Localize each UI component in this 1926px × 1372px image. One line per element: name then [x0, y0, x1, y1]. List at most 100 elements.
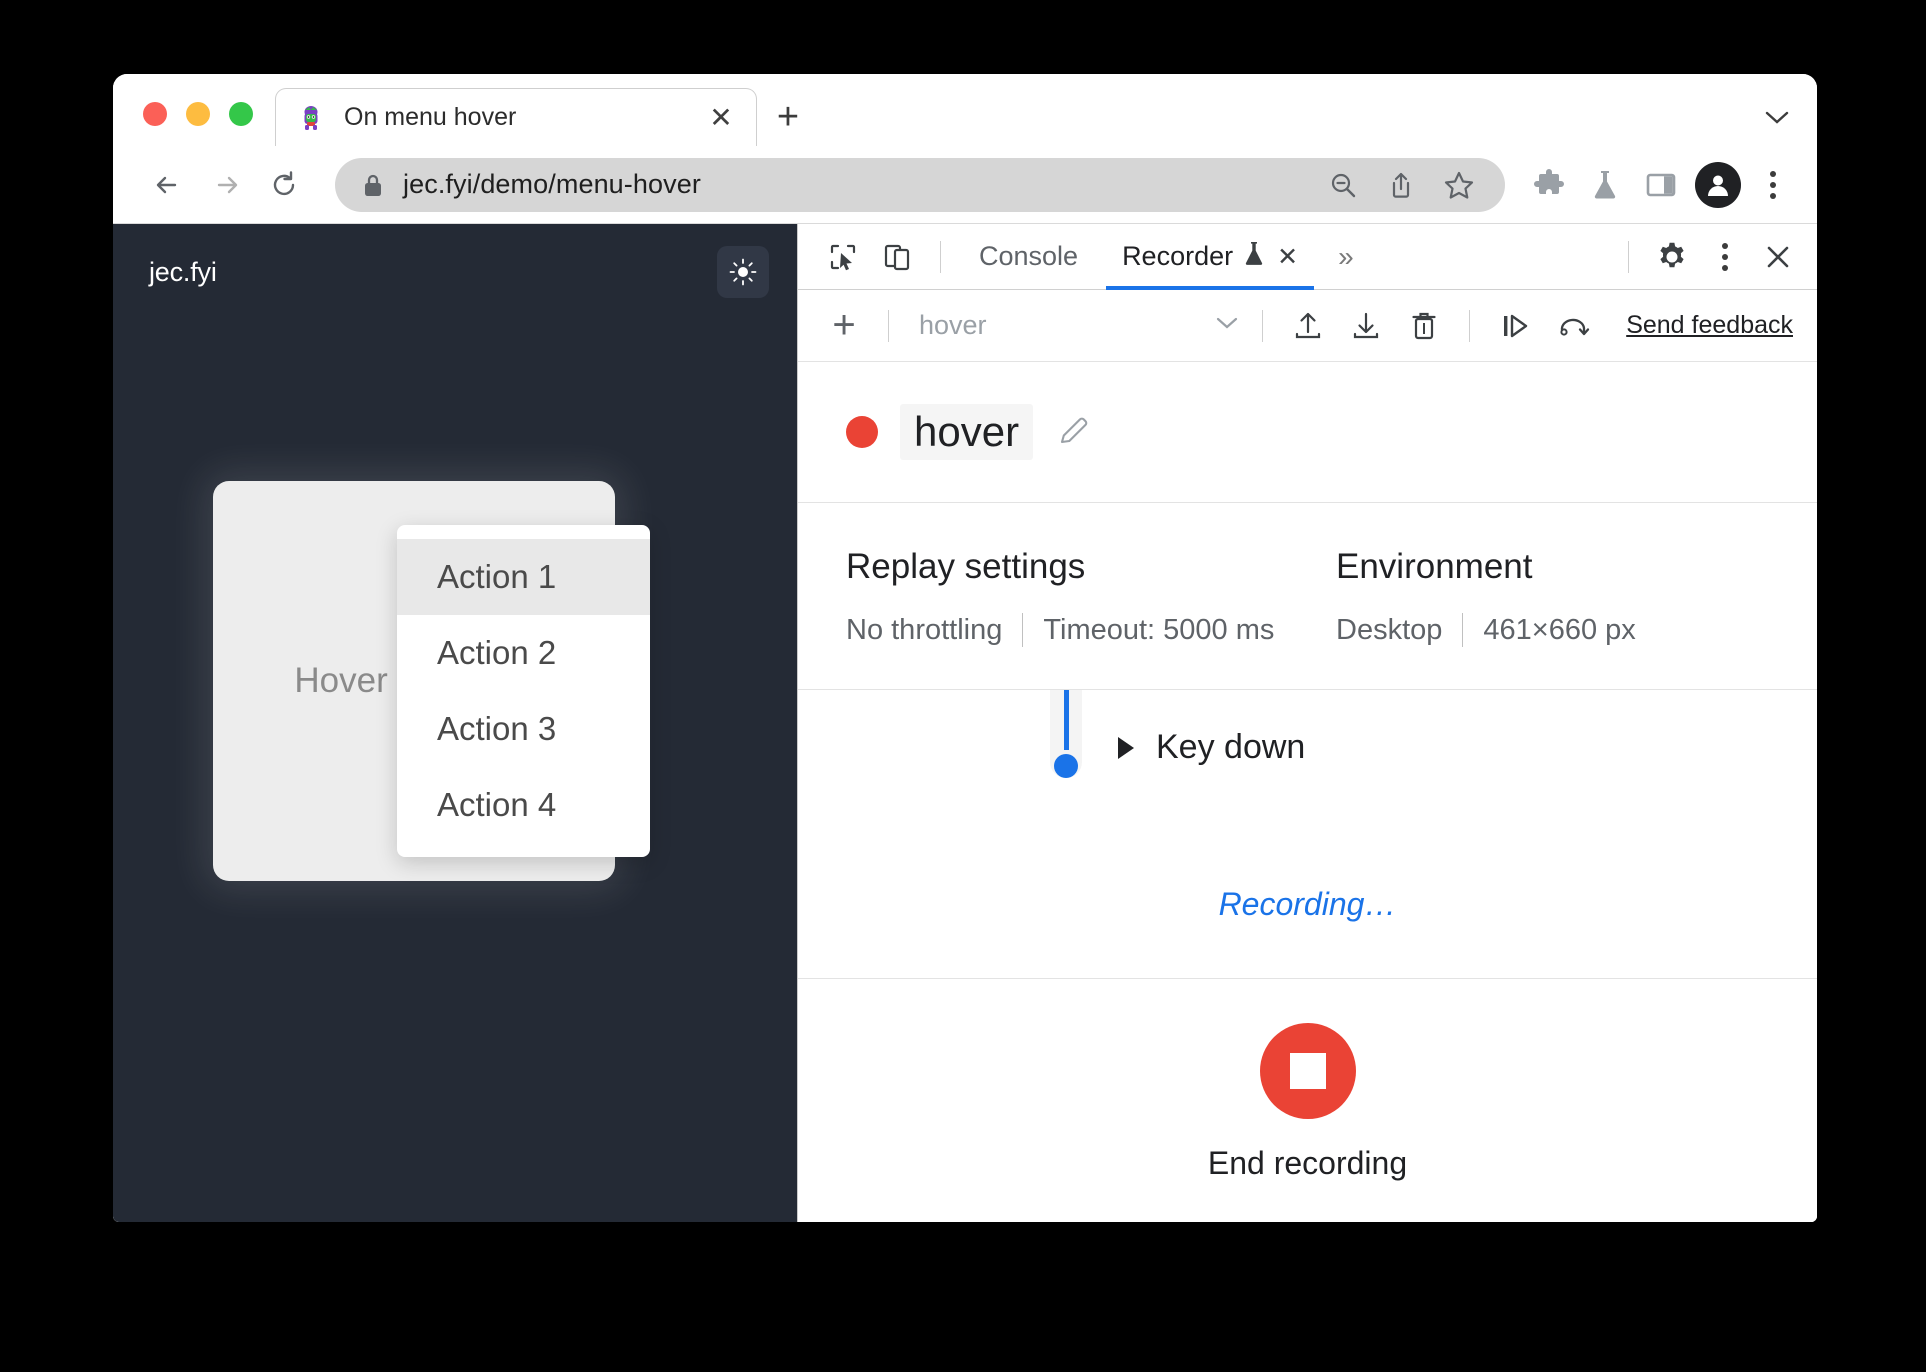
tab-strip: On menu hover ✕ + [113, 74, 1817, 146]
reload-icon[interactable] [255, 156, 313, 214]
menu-item-label: Action 1 [437, 558, 557, 595]
new-tab-button[interactable]: + [757, 88, 819, 146]
dinosaur-icon [298, 105, 324, 131]
address-bar-url[interactable]: jec.fyi/demo/menu-hover [403, 169, 1309, 200]
close-tab-button[interactable]: ✕ [704, 103, 738, 132]
toolbar-divider-right [1628, 240, 1629, 273]
devtools-kebab-menu-icon[interactable] [1699, 242, 1751, 271]
page-viewport: jec.fyi Hover Action 1 Action 2 Action 3… [113, 224, 797, 1222]
environment-values: Desktop 461×660 px [1336, 613, 1636, 647]
page-header: jec.fyi [113, 224, 797, 320]
close-window-button[interactable] [143, 102, 167, 126]
recording-steps-list: Key down Recording… [798, 690, 1817, 979]
gear-icon[interactable] [1645, 230, 1699, 284]
tab-console[interactable]: Console [957, 224, 1100, 290]
experiment-flask-icon [1243, 240, 1265, 273]
chevron-down-icon[interactable] [1737, 88, 1817, 146]
step-row[interactable]: Key down [798, 690, 1817, 767]
recorder-toolbar-divider-3 [1469, 309, 1471, 342]
recorder-toolbar: + hover Send feedback [798, 290, 1817, 362]
browser-tab[interactable]: On menu hover ✕ [275, 88, 757, 146]
import-download-icon[interactable] [1337, 298, 1395, 354]
sun-icon[interactable] [717, 246, 769, 298]
recording-header: hover [798, 362, 1817, 503]
menu-item-label: Action 4 [437, 786, 557, 823]
site-logo[interactable]: jec.fyi [149, 257, 217, 288]
recording-settings: Replay settings No throttling Timeout: 5… [798, 503, 1817, 690]
step-label: Key down [1156, 728, 1306, 766]
extensions-puzzle-icon[interactable] [1521, 157, 1577, 213]
minimize-window-button[interactable] [186, 102, 210, 126]
environment-group: Environment Desktop 461×660 px [1336, 547, 1636, 647]
lock-icon [361, 172, 385, 198]
close-tab-recorder-button[interactable]: ✕ [1277, 242, 1298, 272]
device-value: Desktop [1336, 613, 1443, 646]
menu-item-action-3[interactable]: Action 3 [397, 691, 650, 767]
recording-select[interactable]: hover [905, 298, 1246, 354]
recording-select-value: hover [919, 310, 987, 340]
menu-item-label: Action 3 [437, 710, 557, 747]
devtools-tab-bar: Console Recorder ✕ » [798, 224, 1817, 290]
screenshot-root: On menu hover ✕ + jec.fyi/demo/menu-hove… [0, 0, 1926, 1372]
maximize-window-button[interactable] [229, 102, 253, 126]
tab-recorder[interactable]: Recorder ✕ [1100, 224, 1320, 290]
tab-label: Console [979, 241, 1079, 271]
recording-title[interactable]: hover [900, 404, 1034, 460]
kebab-menu-icon[interactable] [1747, 170, 1799, 199]
toolbar-divider [940, 240, 941, 273]
record-dot [846, 416, 878, 448]
tab-label: Recorder [1122, 241, 1234, 271]
throttling-value[interactable]: No throttling [846, 614, 1002, 647]
tab-title: On menu hover [344, 103, 517, 131]
end-recording-label: End recording [1207, 1145, 1408, 1181]
stop-square-icon [1289, 1053, 1326, 1089]
side-panel-icon[interactable] [1633, 157, 1689, 213]
share-icon[interactable] [1377, 161, 1425, 209]
replay-icon[interactable] [1544, 298, 1602, 354]
hover-target-card[interactable]: Hover over me! Action 1 Action 2 Action … [213, 481, 650, 881]
recorder-toolbar-divider-2 [1262, 309, 1264, 342]
send-feedback-link[interactable]: Send feedback [1626, 311, 1793, 340]
replay-settings-title: Replay settings [846, 547, 1086, 586]
settings-divider [1022, 613, 1024, 647]
menu-item-label: Action 2 [437, 634, 557, 671]
chevron-down-icon [1214, 314, 1246, 337]
add-recording-button[interactable]: + [816, 298, 872, 354]
forward-arrow-icon[interactable] [197, 156, 255, 214]
inspect-cursor-icon[interactable] [816, 230, 870, 284]
hover-dropdown-menu: Action 1 Action 2 Action 3 Action 4 [397, 525, 650, 857]
menu-item-action-1[interactable]: Action 1 [397, 539, 650, 615]
environment-title: Environment [1336, 547, 1533, 586]
expand-step-caret-icon[interactable] [1118, 736, 1134, 759]
zoom-out-icon[interactable] [1319, 161, 1367, 209]
timeout-value[interactable]: Timeout: 5000 ms [1043, 614, 1274, 647]
close-icon[interactable] [1751, 230, 1805, 284]
bookmark-star-icon[interactable] [1435, 161, 1483, 209]
page-body: Hover over me! Action 1 Action 2 Action … [113, 320, 797, 1222]
more-tabs-button[interactable]: » [1320, 224, 1372, 290]
address-bar[interactable]: jec.fyi/demo/menu-hover [335, 157, 1505, 212]
replay-settings-values: No throttling Timeout: 5000 ms [846, 613, 1336, 647]
replay-settings-group: Replay settings No throttling Timeout: 5… [846, 547, 1336, 647]
export-upload-icon[interactable] [1279, 298, 1337, 354]
labs-flask-icon[interactable] [1577, 157, 1633, 213]
browser-toolbar: jec.fyi/demo/menu-hover [113, 146, 1817, 224]
browser-window: On menu hover ✕ + jec.fyi/demo/menu-hove… [113, 74, 1817, 1222]
trash-icon[interactable] [1395, 298, 1453, 354]
menu-item-action-2[interactable]: Action 2 [397, 615, 650, 691]
profile-avatar[interactable] [1695, 161, 1741, 208]
recording-status-note: Recording… [1218, 886, 1397, 922]
browser-content: jec.fyi Hover Action 1 Action 2 Action 3… [113, 224, 1817, 1222]
pencil-edit-icon[interactable] [1055, 413, 1093, 451]
menu-item-action-4[interactable]: Action 4 [397, 767, 650, 843]
window-traffic-lights [113, 102, 275, 146]
viewport-value: 461×660 px [1483, 613, 1636, 646]
recorder-toolbar-divider-1 [888, 309, 889, 342]
end-recording-button[interactable] [1259, 1023, 1356, 1119]
back-arrow-icon[interactable] [139, 156, 197, 214]
settings-divider [1462, 613, 1464, 647]
recorder-footer: End recording [798, 979, 1817, 1222]
step-over-icon[interactable] [1486, 298, 1544, 354]
devtools-panel: Console Recorder ✕ » + hover Send feedba… [797, 224, 1817, 1222]
device-toolbar-icon[interactable] [870, 230, 924, 284]
